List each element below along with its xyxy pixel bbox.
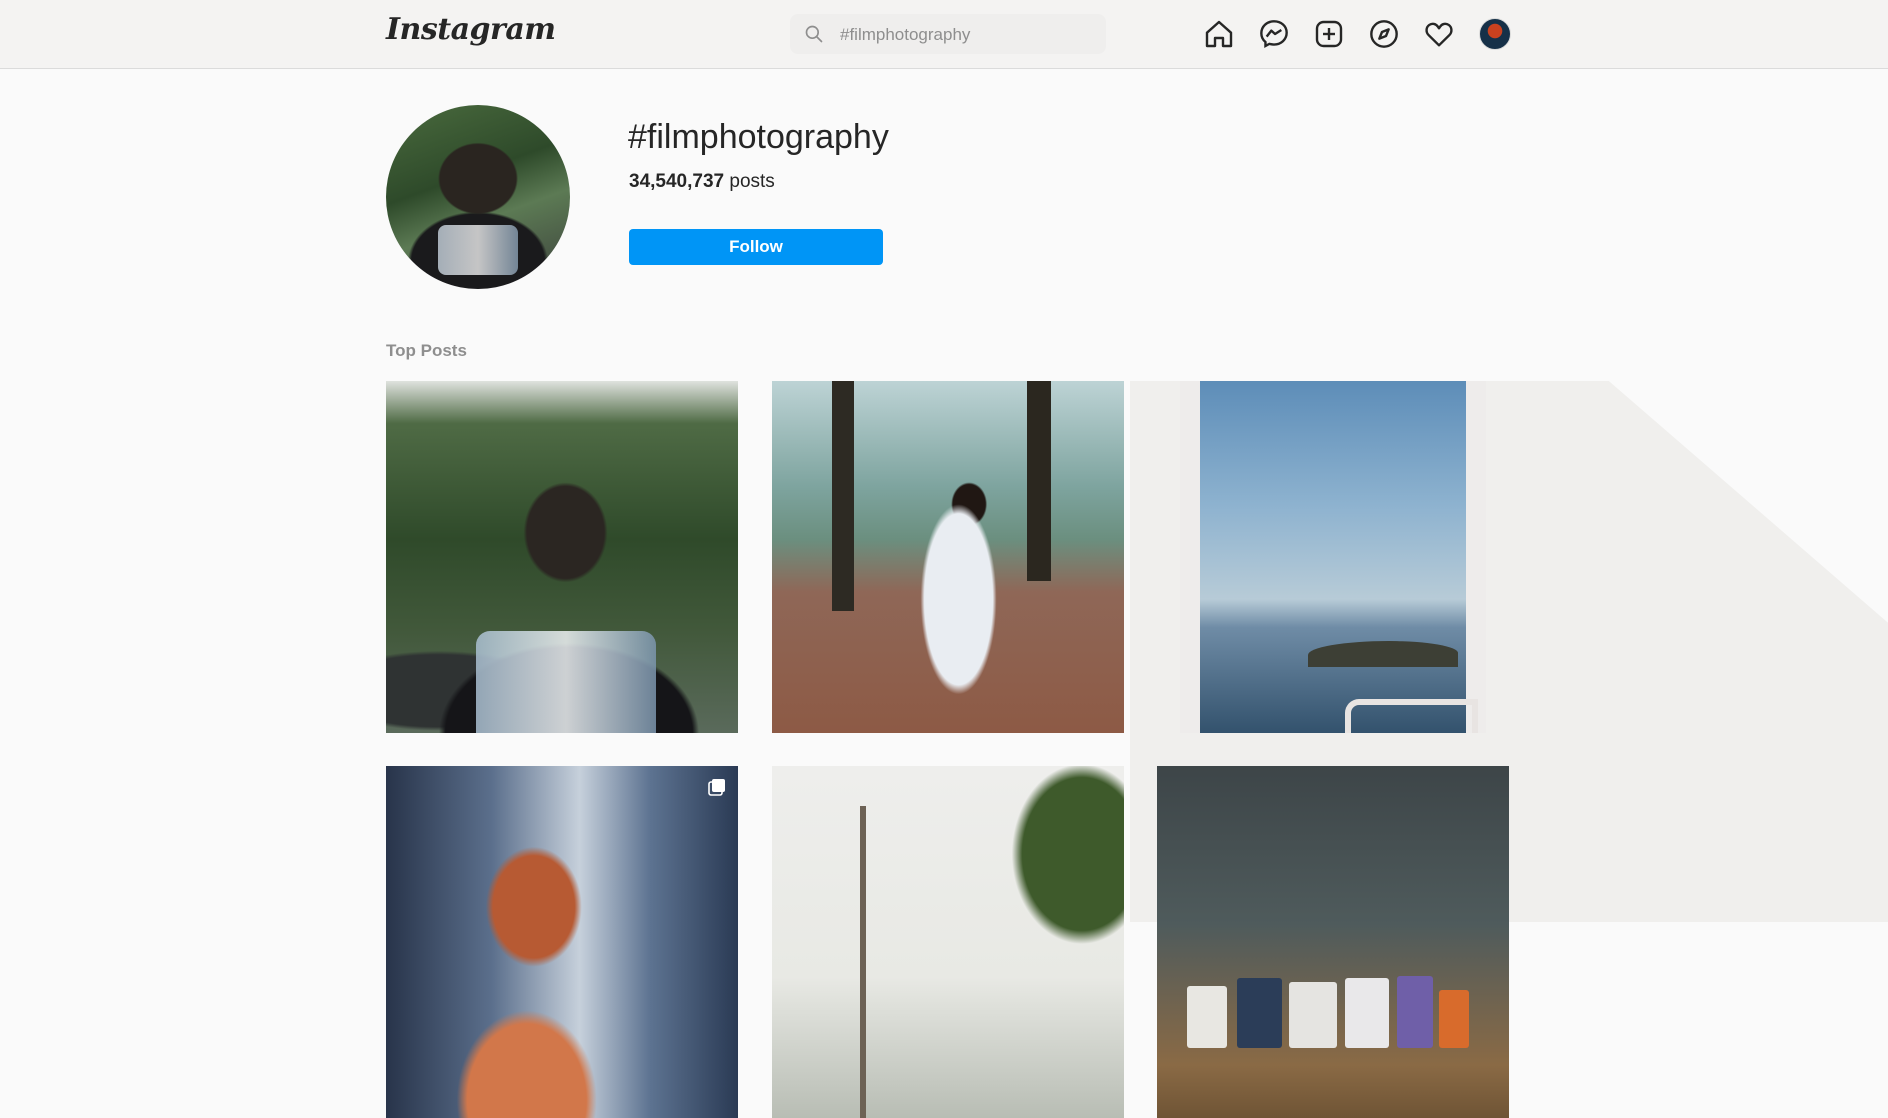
- search-input[interactable]: [838, 22, 1092, 48]
- hashtag-title: #filmphotography: [628, 118, 889, 156]
- profile-avatar[interactable]: [1479, 18, 1511, 50]
- top-posts-label: Top Posts: [386, 341, 467, 360]
- carousel-icon: [708, 778, 726, 796]
- home-icon[interactable]: [1203, 18, 1235, 50]
- post-count-label: posts: [729, 171, 775, 192]
- search-icon: [804, 24, 824, 44]
- post-tile[interactable]: [1157, 766, 1509, 1118]
- new-post-icon[interactable]: [1313, 18, 1345, 50]
- hashtag-profile-image: [386, 105, 570, 289]
- post-tile[interactable]: [1180, 381, 1486, 733]
- post-count-number: 34,540,737: [629, 171, 725, 192]
- post-tile[interactable]: [772, 766, 1124, 1118]
- post-count: 34,540,737 posts: [629, 171, 775, 193]
- activity-heart-icon[interactable]: [1423, 18, 1455, 50]
- follow-button[interactable]: Follow: [629, 229, 883, 265]
- post-tile[interactable]: [386, 766, 738, 1118]
- search-box[interactable]: [790, 14, 1106, 54]
- post-tile[interactable]: [772, 381, 1124, 733]
- messenger-icon[interactable]: [1258, 18, 1290, 50]
- explore-icon[interactable]: [1368, 18, 1400, 50]
- instagram-logo[interactable]: Instagram: [386, 12, 556, 47]
- top-navigation-bar: Instagram: [0, 0, 1888, 69]
- post-tile[interactable]: [386, 381, 738, 733]
